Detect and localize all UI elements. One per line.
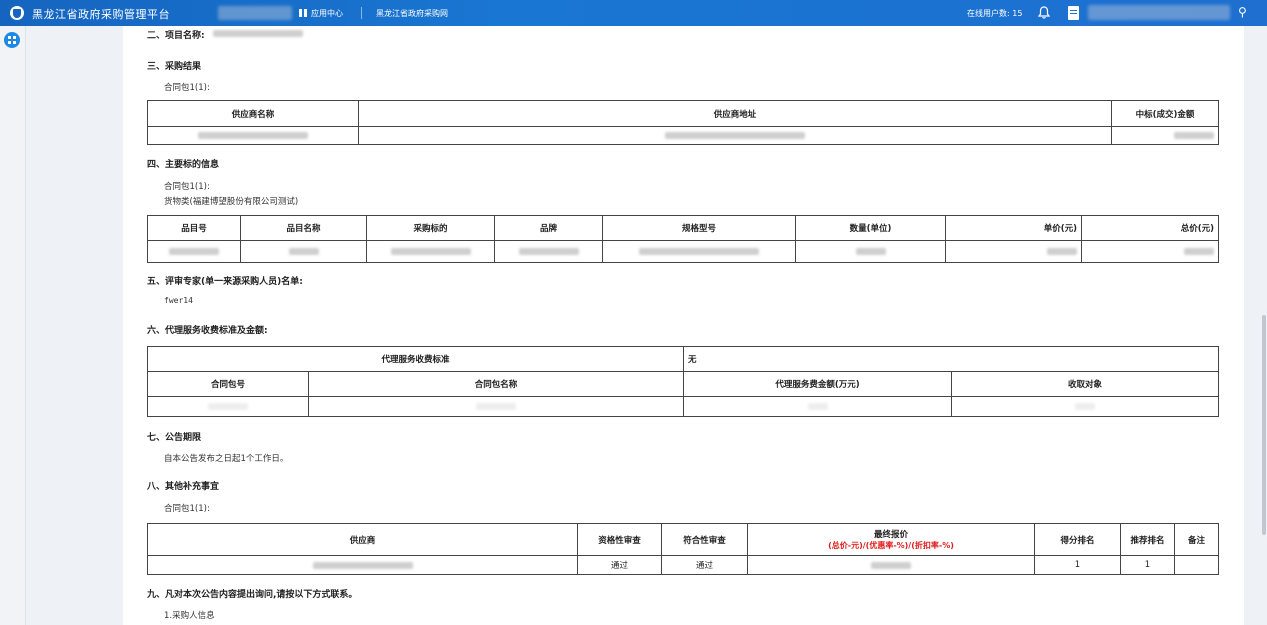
col-item-name: 品目名称 <box>240 215 367 241</box>
divider <box>361 7 362 19</box>
redacted-cell <box>147 126 359 145</box>
col-spec: 规格型号 <box>602 215 796 241</box>
grid-icon <box>299 9 307 17</box>
agency-fee-table: 代理服务收费标准 无 合同包号 合同包名称 代理服务费金额(万元) 收取对象 <box>146 346 1220 417</box>
evaluation-table: 供应商 资格性审查 符合性审查 最终报价 (总价-元)/(优惠率-%)/(折扣率… <box>147 523 1219 575</box>
section-8-title: 八、其他补充事宜 <box>147 482 220 492</box>
redacted-cell <box>747 555 1035 575</box>
redacted-cell <box>307 396 685 417</box>
remark-value <box>1174 555 1219 575</box>
online-users-count: 15 <box>1012 9 1023 18</box>
redacted-cell <box>147 396 309 417</box>
col-qualification: 资格性审查 <box>577 523 662 556</box>
recommend-rank-value: 1 <box>1120 555 1175 575</box>
score-rank-value: 1 <box>1034 555 1121 575</box>
col-fee-amount: 代理服务费金额(万元) <box>683 371 953 397</box>
redacted-cell <box>602 240 796 263</box>
section-2-title: 二、项目名称: <box>147 31 205 41</box>
menu-grid-icon[interactable] <box>4 32 20 48</box>
final-price-label: 最终报价 <box>873 530 908 540</box>
message-icon[interactable] <box>1068 6 1079 20</box>
col-unit-price: 单价(元) <box>945 215 1082 241</box>
search-icon[interactable]: ⚲ <box>1238 5 1247 19</box>
redacted-area <box>218 6 292 20</box>
bell-icon[interactable] <box>1038 6 1050 19</box>
redacted-cell <box>366 240 495 263</box>
redacted-cell <box>1081 240 1219 263</box>
col-fee-payer: 收取对象 <box>951 371 1220 397</box>
redacted-cell <box>240 240 367 263</box>
section-3-package: 合同包1(1): <box>164 83 210 93</box>
compliance-result: 通过 <box>661 555 748 575</box>
purchaser-info-item: 1.采购人信息 <box>164 611 215 621</box>
col-package-name: 合同包名称 <box>307 371 685 397</box>
redacted-cell <box>147 240 241 263</box>
section-9-title: 九、凡对本次公告内容提出询问,请按以下方式联系。 <box>147 590 358 600</box>
col-supplier-address: 供应商地址 <box>358 100 1112 127</box>
col-brand: 品牌 <box>494 215 603 241</box>
app-center-link[interactable]: 应用中心 <box>299 8 343 19</box>
notice-period-text: 自本公告发布之日起1个工作日。 <box>164 454 289 464</box>
table-row <box>147 396 1220 417</box>
fee-standard-value: 无 <box>683 346 1220 372</box>
subject-info-table: 品目号 品目名称 采购标的 品牌 规格型号 数量(单位) 单价(元) 总价(元) <box>147 215 1219 263</box>
table-row <box>147 240 1219 263</box>
table-row <box>147 126 1219 145</box>
col-award-amount: 中标(成交)金额 <box>1111 100 1219 127</box>
online-users: 在线用户数: 15 <box>967 8 1022 19</box>
redacted-cell <box>683 396 953 417</box>
table-row: 通过 通过 1 1 <box>147 555 1219 575</box>
col-supplier: 供应商 <box>147 523 578 556</box>
announcement-panel: 二、项目名称: 三、采购结果 合同包1(1): 供应商名称 供应商地址 中标(成… <box>123 26 1244 625</box>
col-package-no: 合同包号 <box>147 371 309 397</box>
section-5-title: 五、评审专家(单一来源采购人员)名单: <box>147 277 303 287</box>
section-7-title: 七、公告期限 <box>147 433 202 443</box>
col-supplier-name: 供应商名称 <box>147 100 359 127</box>
app-title: 黑龙江省政府采购管理平台 <box>32 8 170 21</box>
redacted-cell <box>1111 126 1219 145</box>
section-4-category: 货物类(福建博望股份有限公司测试) <box>164 197 299 207</box>
col-final-price: 最终报价 (总价-元)/(优惠率-%)/(折扣率-%) <box>747 523 1035 556</box>
col-total-price: 总价(元) <box>1081 215 1219 241</box>
online-users-label: 在线用户数: <box>967 9 1010 18</box>
redacted-cell <box>951 396 1220 417</box>
expert-name: fwer14 <box>164 296 193 305</box>
redacted-cell <box>358 126 1112 145</box>
redacted-cell <box>494 240 603 263</box>
section-4-title: 四、主要标的信息 <box>147 160 220 170</box>
col-remark: 备注 <box>1174 523 1219 556</box>
fee-standard-label: 代理服务收费标准 <box>146 346 685 372</box>
vertical-scrollbar[interactable] <box>1262 315 1266 535</box>
top-bar: 黑龙江省政府采购管理平台 应用中心 黑龙江省政府采购网 在线用户数: 15 ⚲ <box>0 0 1267 26</box>
section-4-package: 合同包1(1): <box>164 182 210 192</box>
redacted-cell <box>795 240 946 263</box>
section-8-package: 合同包1(1): <box>164 504 210 514</box>
col-recommend-rank: 推荐排名 <box>1120 523 1175 556</box>
app-center-label: 应用中心 <box>311 9 343 18</box>
redacted-user <box>1088 5 1230 20</box>
col-subject: 采购标的 <box>366 215 495 241</box>
final-price-note: (总价-元)/(优惠率-%)/(折扣率-%) <box>828 541 954 550</box>
col-quantity: 数量(单位) <box>795 215 946 241</box>
redacted-cell <box>945 240 1082 263</box>
col-item-no: 品目号 <box>147 215 241 241</box>
section-3-title: 三、采购结果 <box>147 62 202 72</box>
procurement-result-table: 供应商名称 供应商地址 中标(成交)金额 <box>147 100 1219 145</box>
col-score-rank: 得分排名 <box>1034 523 1121 556</box>
redacted-cell <box>147 555 578 575</box>
side-nav <box>0 26 26 625</box>
col-compliance: 符合性审查 <box>661 523 748 556</box>
shield-logo-icon <box>10 6 24 20</box>
portal-link[interactable]: 黑龙江省政府采购网 <box>376 8 448 19</box>
qualification-result: 通过 <box>577 555 662 575</box>
redacted-project-name <box>213 30 303 37</box>
section-6-title: 六、代理服务收费标准及金额: <box>147 326 268 336</box>
